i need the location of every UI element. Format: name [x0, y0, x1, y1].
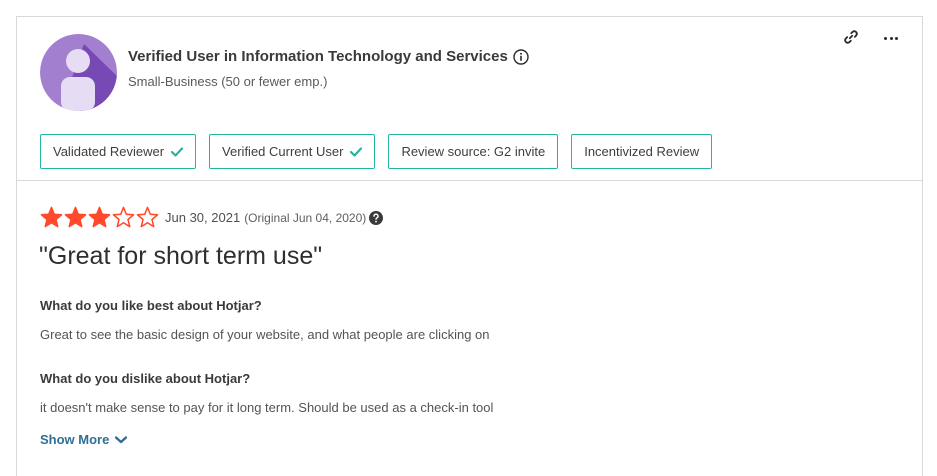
link-icon[interactable] — [843, 29, 859, 45]
question-like-best: What do you like best about Hotjar? — [40, 298, 262, 313]
more-dot — [884, 36, 887, 40]
badge-label: Verified Current User — [222, 144, 344, 159]
show-more-label: Show More — [40, 432, 110, 447]
review-title: "Great for short term use" — [39, 242, 323, 270]
more-horizontal-icon[interactable] — [881, 30, 901, 46]
reviewer-segment: Small-Business (50 or fewer emp.) — [128, 74, 328, 89]
badge-verified-current-user: Verified Current User — [209, 134, 376, 169]
chevron-down-icon — [115, 435, 128, 443]
badge-validated-reviewer: Validated Reviewer — [40, 134, 197, 169]
user-avatar-icon — [40, 34, 117, 111]
more-dot — [895, 36, 898, 40]
reviewer-name-text: Verified User in Information Technology … — [128, 48, 508, 65]
show-more-button[interactable]: Show More — [40, 432, 128, 447]
rating-row: Jun 30, 2021 (Original Jun 04, 2020) — [40, 206, 384, 229]
answer-like-best: Great to see the basic design of your we… — [40, 327, 490, 342]
more-dot — [889, 36, 893, 40]
star-empty-icon — [112, 206, 135, 228]
review-date: Jun 30, 2021 — [165, 210, 241, 225]
original-date: (Original Jun 04, 2020) — [244, 210, 367, 225]
badge-label: Validated Reviewer — [53, 144, 165, 159]
star-filled-icon — [64, 206, 87, 228]
badge-incentivized-review: Incentivized Review — [571, 134, 713, 169]
checkmark-icon — [171, 146, 184, 157]
review-card: Verified User in Information Technology … — [16, 16, 923, 476]
info-circle-icon[interactable] — [513, 48, 529, 65]
checkmark-icon — [350, 146, 363, 157]
star-empty-icon — [136, 206, 159, 228]
star-rating — [40, 206, 159, 229]
reviewer-name: Verified User in Information Technology … — [128, 48, 529, 65]
question-dislike: What do you dislike about Hotjar? — [40, 371, 251, 386]
avatar — [40, 34, 117, 111]
question-circle-icon[interactable] — [369, 210, 384, 225]
badge-label: Incentivized Review — [584, 144, 700, 159]
star-filled-icon — [88, 206, 111, 228]
star-filled-icon — [40, 206, 63, 228]
divider — [17, 180, 922, 181]
badge-review-source: Review source: G2 invite — [388, 134, 559, 169]
badge-label: Review source: G2 invite — [401, 144, 546, 159]
badge-list: Validated Reviewer Verified Current User… — [40, 134, 713, 169]
answer-dislike: it doesn't make sense to pay for it long… — [40, 400, 494, 415]
